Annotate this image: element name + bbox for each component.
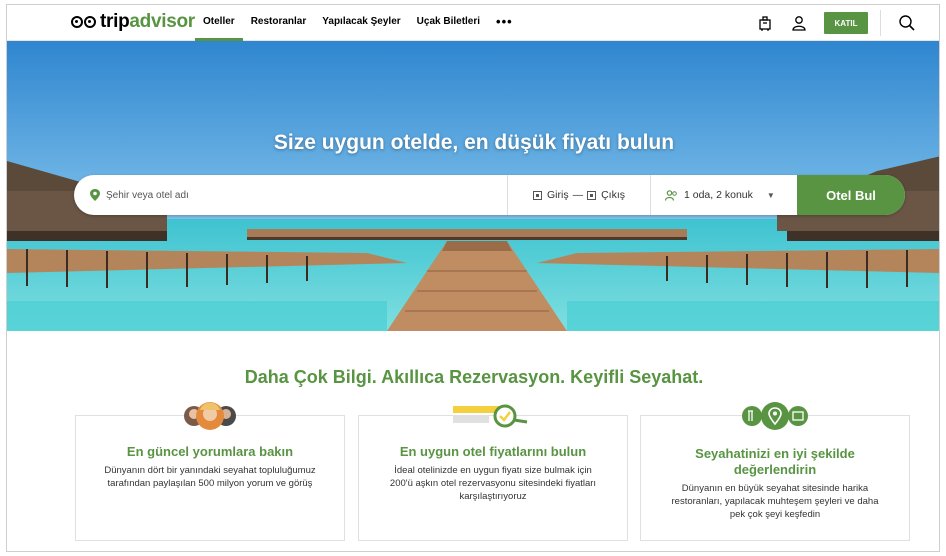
- checkout-label[interactable]: Çıkış: [601, 189, 625, 201]
- logo-text-advisor: advisor: [129, 11, 195, 32]
- nav-hotels[interactable]: Oteller: [195, 5, 243, 41]
- nav-more-button[interactable]: •••: [488, 5, 521, 41]
- header-divider: [880, 10, 881, 36]
- tagline: Daha Çok Bilgi. Akıllıca Rezervasyon. Ke…: [244, 367, 704, 387]
- find-hotel-button[interactable]: Otel Bul: [797, 175, 905, 215]
- browser-page: tripadvisor Oteller Restoranlar Yapılaca…: [6, 4, 940, 552]
- nav-flights[interactable]: Uçak Biletleri: [409, 5, 488, 41]
- luggage-icon[interactable]: [755, 13, 775, 33]
- header-actions: KATIL: [748, 5, 939, 41]
- price-search-icon: [359, 398, 627, 434]
- join-button[interactable]: KATIL: [824, 12, 868, 34]
- calendar-icon: [532, 190, 542, 200]
- hero-title: Size uygun otelde, en düşük fiyatı bulun: [273, 131, 675, 154]
- card-text: Dünyanın dört bir yanındaki seyahat topl…: [104, 465, 316, 489]
- chevron-down-icon: ▼: [766, 190, 775, 200]
- card-title: En uygun otel fiyatlarını bulun: [399, 444, 587, 459]
- card-title: En güncel yorumlara bakın: [126, 444, 294, 459]
- main-nav: Oteller Restoranlar Yapılacak Şeyler Uça…: [195, 5, 521, 41]
- avatars-icon: [76, 398, 344, 434]
- tripadvisor-logo[interactable]: tripadvisor: [71, 10, 195, 34]
- feature-card-explore: Seyahatinizi en iyi şekilde değerlendiri…: [640, 402, 910, 541]
- guests-value: 1 oda, 2 konuk: [684, 189, 753, 201]
- card-text: Dünyanın en büyük seyahat sitesinde hari…: [671, 483, 879, 520]
- places-icon: [641, 398, 909, 434]
- calendar-icon: [587, 190, 597, 200]
- hotel-search-bar: Giriş — Çıkış 1 oda, 2 konuk ▼ Otel Bul: [74, 175, 905, 215]
- location-pin-icon: [90, 189, 100, 201]
- user-icon[interactable]: [789, 13, 809, 33]
- owl-logo-icon: [71, 15, 97, 29]
- guests-icon: [665, 189, 677, 201]
- search-icon[interactable]: [897, 13, 917, 33]
- destination-input[interactable]: [106, 189, 486, 201]
- hero-section: Size uygun otelde, en düşük fiyatı bulun…: [7, 41, 939, 331]
- card-title: Seyahatinizi en iyi şekilde değerlendiri…: [695, 446, 855, 477]
- nav-restaurants[interactable]: Restoranlar: [243, 5, 315, 41]
- nav-things-to-do[interactable]: Yapılacak Şeyler: [314, 5, 408, 41]
- top-header: tripadvisor Oteller Restoranlar Yapılaca…: [7, 5, 939, 41]
- card-text: İdeal otelinizde en uygun fiyatı size bu…: [389, 465, 597, 502]
- date-separator: —: [572, 189, 584, 201]
- feature-card-reviews: En güncel yorumlara bakın Dünyanın dört …: [75, 402, 345, 541]
- guests-selector[interactable]: 1 oda, 2 konuk ▼: [651, 175, 797, 215]
- logo-text-trip: trip: [100, 11, 130, 32]
- feature-card-prices: En uygun otel fiyatlarını bulun İdeal ot…: [358, 404, 628, 541]
- checkin-label[interactable]: Giriş: [547, 189, 569, 201]
- date-range-selector[interactable]: Giriş — Çıkış: [508, 175, 651, 215]
- destination-field[interactable]: [74, 175, 508, 215]
